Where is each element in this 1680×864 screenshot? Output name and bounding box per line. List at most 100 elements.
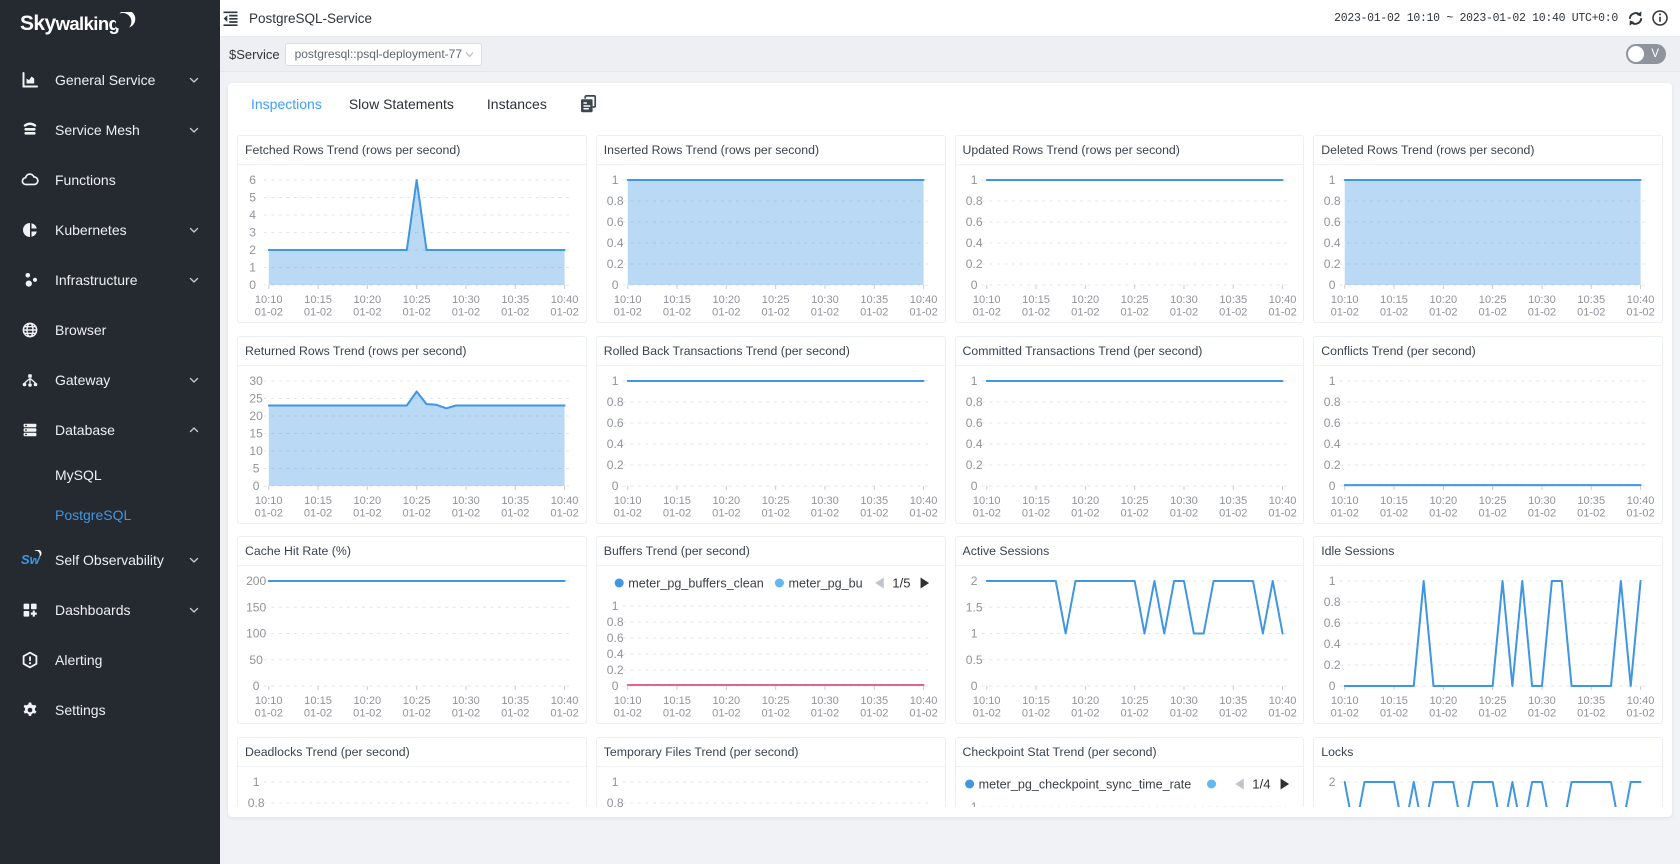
svg-text:1: 1 bbox=[249, 261, 256, 275]
svg-text:01-02: 01-02 bbox=[1429, 708, 1457, 720]
svg-text:10:20: 10:20 bbox=[1071, 294, 1099, 306]
svg-text:01-02: 01-02 bbox=[1268, 307, 1296, 319]
svg-text:10:10: 10:10 bbox=[255, 495, 283, 507]
svg-text:50: 50 bbox=[249, 653, 263, 667]
svg-text:01-02: 01-02 bbox=[909, 507, 937, 519]
svg-text:0: 0 bbox=[612, 278, 619, 292]
svg-text:01-02: 01-02 bbox=[304, 507, 332, 519]
svg-text:0.2: 0.2 bbox=[965, 257, 982, 271]
svg-text:10:25: 10:25 bbox=[403, 294, 431, 306]
svg-text:01-02: 01-02 bbox=[1169, 307, 1197, 319]
svg-text:01-02: 01-02 bbox=[811, 507, 839, 519]
svg-text:01-02: 01-02 bbox=[501, 708, 529, 720]
svg-text:meter_pg_checkpoint_sync_time_: meter_pg_checkpoint_sync_time_rate bbox=[978, 777, 1191, 791]
svg-text:0: 0 bbox=[1329, 479, 1336, 493]
svg-text:0.8: 0.8 bbox=[1324, 395, 1341, 409]
svg-text:0.8: 0.8 bbox=[606, 615, 623, 629]
svg-text:0: 0 bbox=[612, 679, 619, 693]
svg-text:01-02: 01-02 bbox=[1479, 708, 1507, 720]
svg-text:10:10: 10:10 bbox=[255, 294, 283, 306]
svg-text:10:40: 10:40 bbox=[1627, 695, 1655, 707]
svg-text:01-02: 01-02 bbox=[1219, 708, 1247, 720]
svg-text:4: 4 bbox=[249, 208, 256, 222]
svg-text:0.4: 0.4 bbox=[606, 647, 623, 661]
svg-text:10:20: 10:20 bbox=[353, 695, 381, 707]
svg-text:10:10: 10:10 bbox=[614, 695, 642, 707]
svg-text:6: 6 bbox=[249, 173, 256, 187]
svg-text:0.5: 0.5 bbox=[965, 653, 982, 667]
svg-text:200: 200 bbox=[246, 574, 266, 588]
svg-text:01-02: 01-02 bbox=[712, 307, 740, 319]
svg-text:10:40: 10:40 bbox=[1627, 495, 1655, 507]
svg-text:01-02: 01-02 bbox=[1627, 708, 1655, 720]
svg-text:10:25: 10:25 bbox=[762, 294, 790, 306]
svg-text:0.4: 0.4 bbox=[1324, 437, 1341, 451]
svg-text:10:30: 10:30 bbox=[811, 695, 839, 707]
svg-text:01-02: 01-02 bbox=[452, 507, 480, 519]
svg-text:0: 0 bbox=[970, 679, 977, 693]
svg-text:0.4: 0.4 bbox=[606, 236, 623, 250]
svg-text:01-02: 01-02 bbox=[1268, 507, 1296, 519]
svg-text:5: 5 bbox=[253, 461, 260, 475]
svg-text:01-02: 01-02 bbox=[1120, 708, 1148, 720]
svg-text:10:35: 10:35 bbox=[501, 495, 529, 507]
svg-text:0.4: 0.4 bbox=[965, 437, 982, 451]
svg-text:1: 1 bbox=[612, 599, 619, 613]
svg-text:10:30: 10:30 bbox=[811, 495, 839, 507]
svg-text:01-02: 01-02 bbox=[550, 708, 578, 720]
svg-text:meter_pg_bu: meter_pg_bu bbox=[788, 577, 862, 591]
svg-text:01-02: 01-02 bbox=[811, 307, 839, 319]
svg-text:01-02: 01-02 bbox=[501, 507, 529, 519]
svg-text:01-02: 01-02 bbox=[663, 507, 691, 519]
svg-text:25: 25 bbox=[249, 391, 263, 405]
svg-text:01-02: 01-02 bbox=[1120, 307, 1148, 319]
svg-text:10:15: 10:15 bbox=[663, 294, 691, 306]
svg-text:01-02: 01-02 bbox=[1021, 307, 1049, 319]
svg-text:10:40: 10:40 bbox=[551, 294, 579, 306]
svg-text:01-02: 01-02 bbox=[1331, 307, 1359, 319]
svg-text:0.4: 0.4 bbox=[1324, 236, 1341, 250]
svg-text:01-02: 01-02 bbox=[255, 507, 283, 519]
svg-text:10:40: 10:40 bbox=[909, 695, 937, 707]
svg-text:0: 0 bbox=[249, 278, 256, 292]
svg-text:10:10: 10:10 bbox=[972, 495, 1000, 507]
svg-text:01-02: 01-02 bbox=[1380, 307, 1408, 319]
svg-text:01-02: 01-02 bbox=[1528, 507, 1556, 519]
svg-text:01-02: 01-02 bbox=[860, 507, 888, 519]
svg-text:10:20: 10:20 bbox=[1430, 495, 1458, 507]
svg-text:10:25: 10:25 bbox=[403, 495, 431, 507]
svg-text:0.8: 0.8 bbox=[1324, 194, 1341, 208]
svg-text:01-02: 01-02 bbox=[1169, 708, 1197, 720]
svg-text:2: 2 bbox=[249, 243, 256, 257]
svg-text:0.8: 0.8 bbox=[606, 194, 623, 208]
svg-text:0.2: 0.2 bbox=[1324, 658, 1341, 672]
svg-text:10:25: 10:25 bbox=[762, 495, 790, 507]
svg-text:1: 1 bbox=[970, 374, 977, 388]
svg-text:01-02: 01-02 bbox=[255, 708, 283, 720]
svg-text:01-02: 01-02 bbox=[972, 307, 1000, 319]
svg-text:10:35: 10:35 bbox=[501, 695, 529, 707]
svg-text:1: 1 bbox=[970, 800, 977, 807]
svg-text:10:40: 10:40 bbox=[551, 695, 579, 707]
svg-text:10:25: 10:25 bbox=[1479, 495, 1507, 507]
svg-text:1/5: 1/5 bbox=[892, 576, 910, 591]
svg-text:01-02: 01-02 bbox=[1577, 307, 1605, 319]
svg-text:0.8: 0.8 bbox=[1324, 595, 1341, 609]
svg-text:10:30: 10:30 bbox=[1528, 495, 1556, 507]
svg-text:10:20: 10:20 bbox=[712, 695, 740, 707]
svg-text:01-02: 01-02 bbox=[663, 307, 691, 319]
svg-text:01-02: 01-02 bbox=[402, 507, 430, 519]
svg-text:01-02: 01-02 bbox=[353, 708, 381, 720]
svg-text:10:35: 10:35 bbox=[860, 695, 888, 707]
svg-text:01-02: 01-02 bbox=[761, 307, 789, 319]
svg-text:0: 0 bbox=[1329, 679, 1336, 693]
svg-text:0.6: 0.6 bbox=[606, 631, 623, 645]
svg-text:10:30: 10:30 bbox=[452, 695, 480, 707]
svg-text:10:15: 10:15 bbox=[1022, 495, 1050, 507]
svg-text:10:25: 10:25 bbox=[1479, 294, 1507, 306]
svg-text:01-02: 01-02 bbox=[1021, 507, 1049, 519]
svg-text:01-02: 01-02 bbox=[1528, 307, 1556, 319]
svg-text:5: 5 bbox=[249, 191, 256, 205]
svg-text:01-02: 01-02 bbox=[909, 307, 937, 319]
svg-text:10:20: 10:20 bbox=[1071, 495, 1099, 507]
